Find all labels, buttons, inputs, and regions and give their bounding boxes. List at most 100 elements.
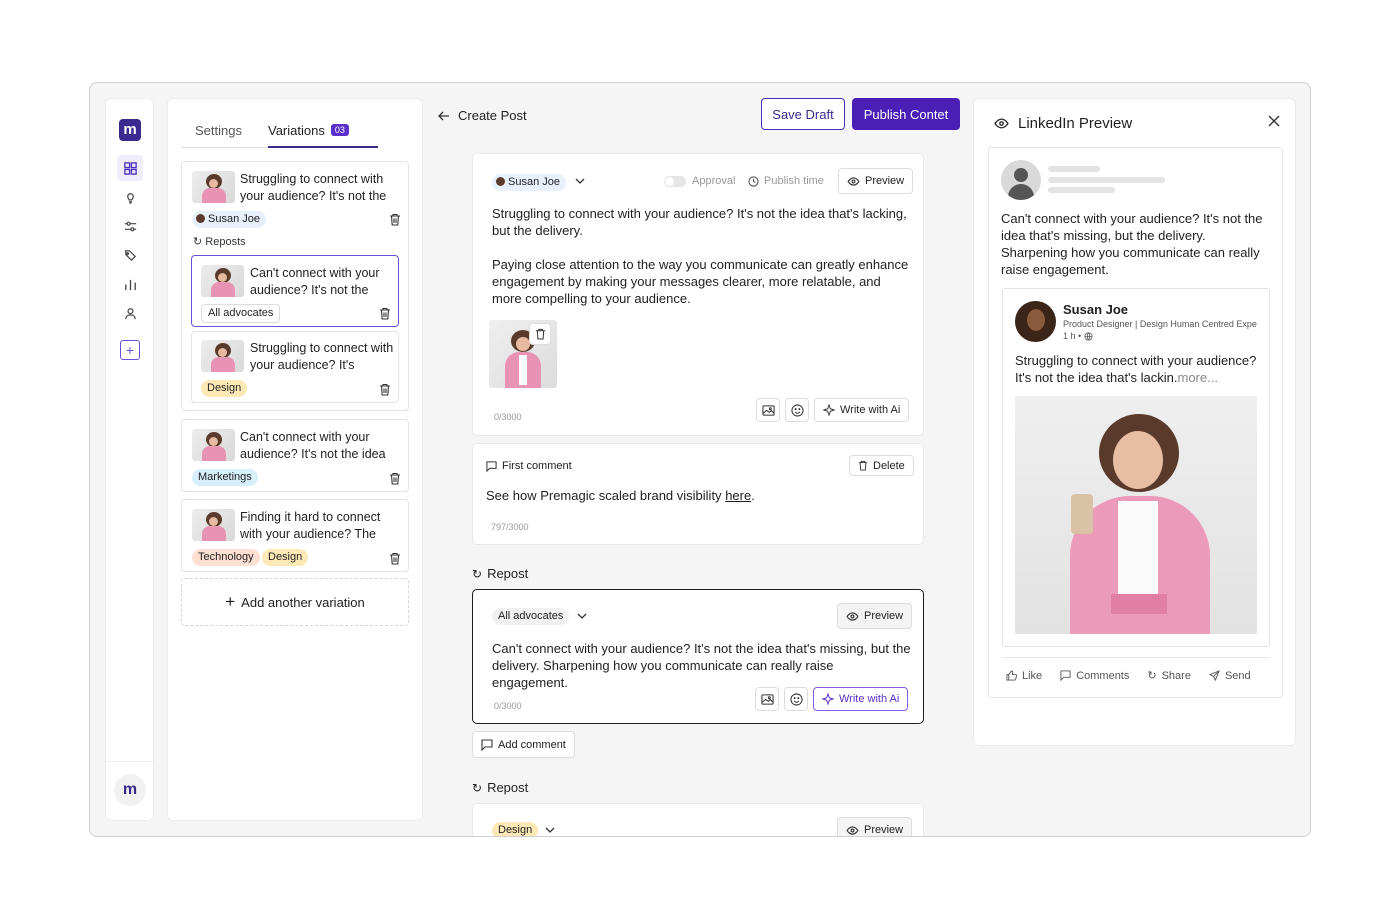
write-with-ai-button[interactable]: Write with Ai [814,398,910,422]
comment-icon [481,738,493,751]
chevron-down-icon[interactable] [545,827,555,833]
lightbulb-icon[interactable] [117,184,143,210]
user-icon[interactable] [117,300,143,326]
repost-card-selected[interactable]: Can't connect with your audience? It's n… [191,255,399,327]
sparkle-icon [823,404,835,416]
delete-comment-button[interactable]: Delete [849,455,914,476]
share-button[interactable]: ↻ Share [1147,669,1191,683]
chevron-down-icon[interactable] [577,613,587,619]
tag-chip: Technology [192,549,260,566]
tabs: Settings Variations 03 [181,119,378,148]
delete-image-button[interactable] [529,323,551,345]
skeleton-line [1048,187,1115,193]
add-button[interactable]: + [120,340,140,360]
like-label: Like [1022,669,1043,682]
bar-chart-icon[interactable] [117,271,143,297]
post-thumbnail [201,340,244,372]
tag-chip: Design [201,380,248,397]
repost-text: Struggling to connect with your audience… [250,341,394,372]
write-with-ai-button[interactable]: Write with Ai [813,687,909,711]
plus-icon: + [225,592,236,611]
repost-card[interactable]: Struggling to connect with your audience… [191,331,399,403]
dashboard-icon[interactable] [117,155,143,181]
post-paragraph[interactable]: Struggling to connect with your audience… [492,205,912,239]
thumbs-up-icon [1006,670,1017,681]
preview-title: LinkedIn Preview [1018,115,1133,132]
trash-icon[interactable] [389,472,401,485]
skeleton-line [1048,177,1165,183]
author-select[interactable]: Susan Joe [492,174,566,191]
variation-card[interactable]: Struggling to connect with your audience… [181,161,409,411]
like-button[interactable]: Like [1006,669,1042,682]
more-link[interactable]: more... [1178,370,1218,385]
tags-icon[interactable] [117,242,143,268]
audience-select[interactable]: All advocates [492,608,570,625]
variation-card[interactable]: Finding it hard to connect with your aud… [181,499,409,572]
trash-icon[interactable] [389,213,401,226]
workspace-logo[interactable]: m [114,774,146,806]
trash-icon[interactable] [379,383,391,396]
approval-label: Approval [692,175,736,187]
toggle-switch[interactable] [664,175,686,187]
eye-icon [994,118,1009,129]
comment-link[interactable]: here [725,488,751,503]
active-tab-indicator [268,146,378,148]
audience-select[interactable]: Design [492,822,539,836]
repost-icon: ↻ [472,780,483,795]
repost-icon: ↻ [1147,670,1157,682]
comments-button[interactable]: Comments [1060,669,1129,682]
repost-section-label: ↻ Repost [472,566,528,581]
emoji-button[interactable] [785,398,809,422]
add-image-button[interactable] [756,398,780,422]
preview-header: LinkedIn Preview [994,115,1132,132]
eye-icon [846,825,859,835]
author-select-label: Susan Joe [508,176,560,188]
variation-card[interactable]: Can't connect with your audience? It's n… [181,419,409,492]
comment-text[interactable]: See how Premagic scaled brand visibility… [486,487,755,504]
tab-settings[interactable]: Settings [195,123,242,138]
save-draft-button[interactable]: Save Draft [761,98,845,130]
comment-body: See how Premagic scaled brand visibility [486,488,722,503]
preview-label: Preview [864,610,904,622]
reposts-label-text: Reposts [205,236,246,248]
tab-variations[interactable]: Variations 03 [268,123,349,138]
add-variation-label: Add another variation [241,594,365,610]
avatar [1001,160,1041,200]
back-button[interactable]: Create Post [438,108,527,123]
add-comment-button[interactable]: Add comment [472,731,575,758]
close-icon[interactable] [1268,115,1280,127]
divider [1002,657,1270,658]
approval-toggle[interactable]: Approval [664,175,735,187]
linkedin-preview-panel: LinkedIn Preview Can't connect with your… [973,98,1296,746]
trash-icon[interactable] [379,307,391,320]
globe-icon [1084,331,1093,341]
sparkle-icon [822,693,834,705]
tag-chip: Marketings [192,469,258,486]
character-counter: 797/3000 [491,522,529,532]
comments-label: Comments [1076,669,1130,682]
add-image-button[interactable] [755,687,779,711]
publish-time-button[interactable]: Publish time [748,175,824,187]
add-variation-button[interactable]: + Add another variation [181,578,409,626]
sliders-icon[interactable] [117,213,143,239]
trash-icon [535,328,545,340]
eye-icon [846,611,859,621]
chevron-down-icon[interactable] [575,178,585,184]
send-button[interactable]: Send [1208,669,1251,682]
app-frame: m + m Settings Variations 03 Struggling … [89,82,1311,837]
post-paragraph[interactable]: Paying close attention to the way you co… [492,256,912,307]
first-comment-header: First comment [486,460,572,472]
preview-button[interactable]: Preview [837,817,913,836]
eye-icon [847,176,860,186]
preview-button[interactable]: Preview [838,168,914,194]
variations-panel: Settings Variations 03 Struggling to conn… [167,98,423,821]
repost-text[interactable]: Can't connect with your audience? It's n… [492,640,912,691]
emoji-button[interactable] [784,687,808,711]
repost-section-label: ↻ Repost [472,780,528,795]
preview-button[interactable]: Preview [837,603,913,629]
publish-button[interactable]: Publish Contet [852,98,960,130]
first-comment-panel: First comment Delete See how Premagic sc… [472,443,924,545]
trash-icon[interactable] [389,552,401,565]
post-image [489,320,557,388]
embedded-post-text: Struggling to connect with your audience… [1015,352,1263,386]
